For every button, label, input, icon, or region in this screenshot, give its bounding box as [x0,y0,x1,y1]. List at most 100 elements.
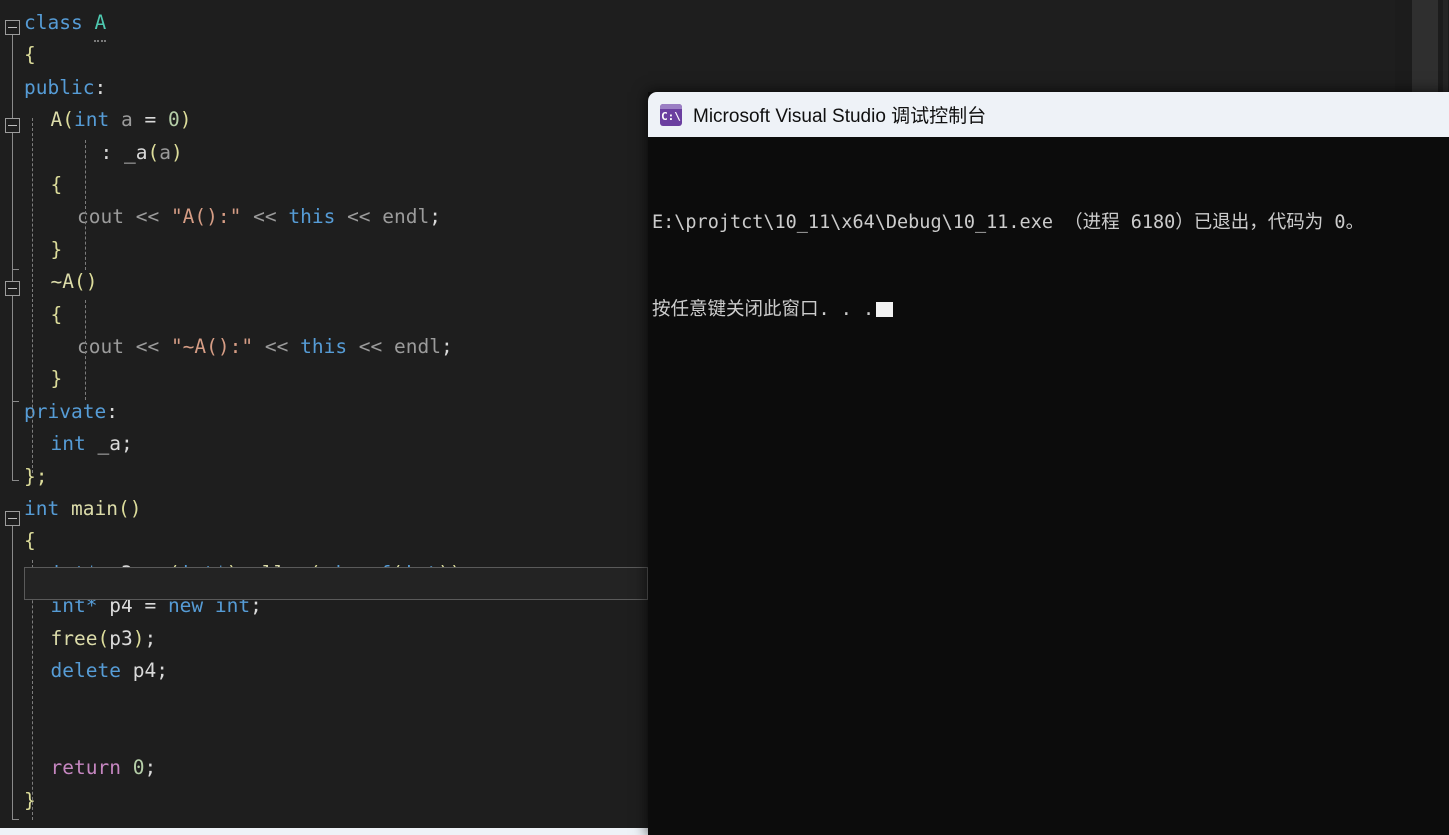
code-token: int [179,561,215,585]
code-token: A [94,7,107,43]
code-token: int [50,432,86,456]
code-token: public [24,75,95,99]
code-token: int [50,594,86,618]
code-token: this [300,335,348,358]
code-token: int [402,561,439,585]
code-token: new [167,594,204,618]
indent-guide-4 [32,560,33,820]
code-token: ; [441,335,453,358]
code-token: { [24,43,36,67]
code-token: ( [391,561,403,585]
code-token: ( [147,140,160,164]
code-token: int [24,497,60,520]
code-token: "A():" [170,205,242,229]
code-token: ) [170,140,183,164]
code-token: = [132,561,168,585]
code-token: this [288,205,336,229]
code-token: ; [429,205,442,229]
code-token: = [132,594,168,618]
code-token: * [85,594,110,618]
code-token: } [50,237,63,261]
code-token: << [123,205,171,229]
code-token: }; [24,464,48,488]
console-title: Microsoft Visual Studio 调试控制台 [693,106,987,127]
scope-line-dtor [12,296,13,401]
code-line[interactable]: { [0,39,1449,71]
code-token: )) [438,561,462,585]
collapse-box-dtor[interactable] [5,281,20,296]
code-token: a [159,140,171,164]
code-token: () [117,497,142,520]
code-token: return [50,756,121,780]
console-titlebar[interactable]: C:\ Microsoft Visual Studio 调试控制台 [648,92,1449,137]
code-token: = [132,108,168,132]
console-window[interactable]: C:\ Microsoft Visual Studio 调试控制台 E:\pro… [648,92,1449,835]
code-token: int [50,561,86,585]
code-token: malloc [238,561,309,585]
code-token: ~A [50,270,74,294]
scope-foot-class-a [12,480,19,481]
code-token: ) [132,626,145,650]
code-token: "~A():" [170,335,254,358]
indent-guide-1 [32,118,33,473]
indent-guide-2 [85,140,86,270]
indent-guide-3 [85,300,86,400]
command-prompt-icon-glyph: C:\ [661,109,681,123]
code-token: : [94,75,107,99]
code-token: private [24,399,107,423]
code-token: { [50,302,63,326]
code-token: * [214,561,227,585]
scope-line-ctor [12,133,13,269]
console-line: E:\projtct\10_11\x64\Debug\10_11.exe （进程… [652,212,1365,233]
code-token: } [24,788,36,812]
code-token: { [50,173,63,196]
code-token: * [85,561,110,585]
code-token: free [50,626,98,650]
code-token: int [74,108,110,132]
code-token: sizeof [320,561,392,585]
code-token: 0 [132,756,145,780]
code-token: int [214,594,251,618]
code-token: ) [179,108,192,132]
console-output[interactable]: E:\projtct\10_11\x64\Debug\10_11.exe （进程… [648,137,1449,835]
code-token: ; [120,432,133,456]
console-line-text: 按任意键关闭此窗口. . . [652,299,875,320]
code-token: ( [97,626,110,650]
code-token: p3 [109,626,133,650]
collapse-box-main[interactable] [5,511,20,526]
code-line[interactable]: class A [0,7,1449,43]
code-token: << [123,335,171,358]
code-token: ; [144,756,157,780]
code-token: 0 [167,108,180,132]
code-token: p4 [109,594,133,618]
code-token: endl [382,205,430,229]
code-token: << [241,205,289,229]
code-token: p4 [132,659,157,682]
code-token: << [347,335,395,358]
collapse-box-class-a[interactable] [5,20,20,35]
scope-foot-main [12,819,19,820]
code-token: : [106,399,118,423]
code-token: ; [250,594,262,618]
scope-foot-dtor [12,401,19,402]
code-token: ( [308,561,321,585]
code-token: _a [97,432,121,456]
code-token: ( [62,108,74,132]
collapse-box-ctor[interactable] [5,118,20,133]
scope-line-main [12,526,13,819]
code-token: ; [144,626,157,650]
code-token: () [73,270,98,294]
code-token: ; [156,659,168,682]
code-token: main [70,497,118,520]
code-token: << [335,205,383,229]
code-token: delete [50,659,121,682]
code-token: ; [461,561,474,585]
console-line-with-cursor: 按任意键关闭此窗口. . . [652,295,1449,324]
code-token: a [120,108,133,132]
